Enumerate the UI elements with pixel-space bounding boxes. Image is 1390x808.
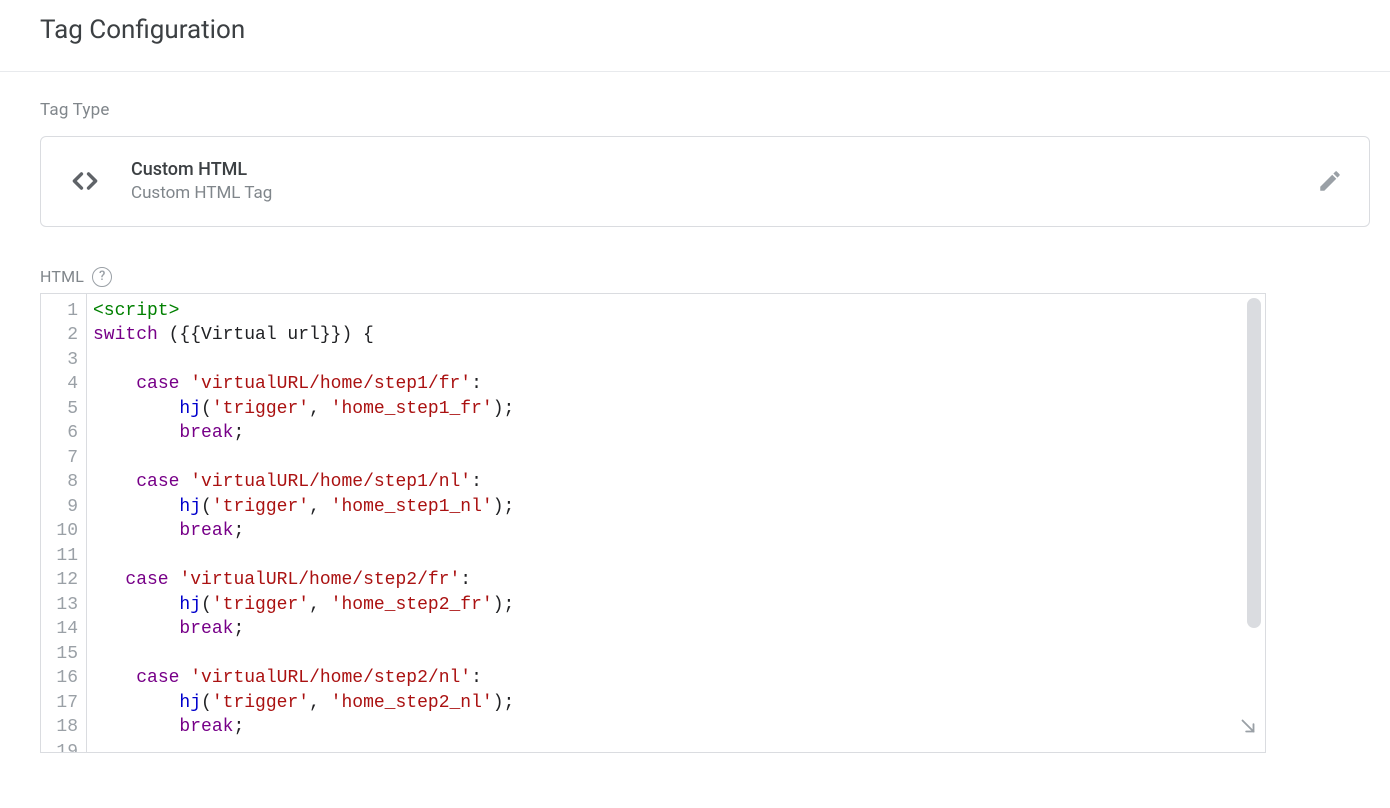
pencil-icon xyxy=(1317,168,1343,194)
code-line[interactable]: <script> xyxy=(93,299,1265,324)
line-number: 18 xyxy=(41,715,78,740)
line-number: 17 xyxy=(41,691,78,716)
line-number: 2 xyxy=(41,323,78,348)
line-number: 19 xyxy=(41,740,78,753)
code-content[interactable]: <script>switch ({{Virtual url}}) { case … xyxy=(87,294,1265,752)
code-line[interactable]: hj('trigger', 'home_step2_nl'); xyxy=(93,691,1265,716)
line-number: 16 xyxy=(41,666,78,691)
html-code-editor[interactable]: 12345678910111213141516171819 <script>sw… xyxy=(40,293,1266,753)
code-line[interactable]: case 'virtualURL/home/step1/fr': xyxy=(93,372,1265,397)
line-number-gutter: 12345678910111213141516171819 xyxy=(41,294,87,752)
code-line[interactable] xyxy=(93,348,1265,373)
tag-type-card[interactable]: Custom HTML Custom HTML Tag xyxy=(40,136,1370,227)
line-number: 4 xyxy=(41,372,78,397)
html-label: HTML xyxy=(40,267,84,286)
line-number: 7 xyxy=(41,446,78,471)
line-number: 10 xyxy=(41,519,78,544)
scrollbar-track[interactable] xyxy=(1247,298,1261,748)
tag-type-label: Tag Type xyxy=(40,100,1370,120)
code-line[interactable]: break; xyxy=(93,519,1265,544)
code-line[interactable] xyxy=(93,446,1265,471)
code-line[interactable]: break; xyxy=(93,715,1265,740)
code-icon xyxy=(67,163,103,199)
html-label-row: HTML ? xyxy=(40,267,1370,287)
code-line[interactable] xyxy=(93,642,1265,667)
line-number: 13 xyxy=(41,593,78,618)
code-line[interactable]: switch ({{Virtual url}}) { xyxy=(93,323,1265,348)
code-line[interactable]: hj('trigger', 'home_step1_fr'); xyxy=(93,397,1265,422)
scrollbar-thumb[interactable] xyxy=(1247,298,1261,628)
tag-type-name: Custom HTML xyxy=(131,157,1289,182)
code-line[interactable]: break; xyxy=(93,421,1265,446)
line-number: 12 xyxy=(41,568,78,593)
line-number: 3 xyxy=(41,348,78,373)
divider xyxy=(0,71,1390,72)
line-number: 11 xyxy=(41,544,78,569)
help-icon[interactable]: ? xyxy=(92,267,112,287)
line-number: 15 xyxy=(41,642,78,667)
line-number: 14 xyxy=(41,617,78,642)
tag-configuration-panel: Tag Configuration Tag Type Custom HTML C… xyxy=(0,0,1390,753)
code-line[interactable]: hj('trigger', 'home_step1_nl'); xyxy=(93,495,1265,520)
code-line[interactable]: hj('trigger', 'home_step2_fr'); xyxy=(93,593,1265,618)
tag-type-subtitle: Custom HTML Tag xyxy=(131,182,1289,206)
code-line[interactable]: case 'virtualURL/home/step2/nl': xyxy=(93,666,1265,691)
line-number: 8 xyxy=(41,470,78,495)
line-number: 6 xyxy=(41,421,78,446)
line-number: 9 xyxy=(41,495,78,520)
code-line[interactable]: break; xyxy=(93,617,1265,642)
edit-button[interactable] xyxy=(1317,168,1343,194)
code-line[interactable]: case 'virtualURL/home/step1/nl': xyxy=(93,470,1265,495)
code-line[interactable] xyxy=(93,544,1265,569)
code-line[interactable]: case 'virtualURL/home/step2/fr': xyxy=(93,568,1265,593)
line-number: 5 xyxy=(41,397,78,422)
resize-handle[interactable] xyxy=(1237,715,1259,746)
line-number: 1 xyxy=(41,299,78,324)
tag-type-text: Custom HTML Custom HTML Tag xyxy=(131,157,1289,206)
page-title: Tag Configuration xyxy=(40,15,1370,45)
